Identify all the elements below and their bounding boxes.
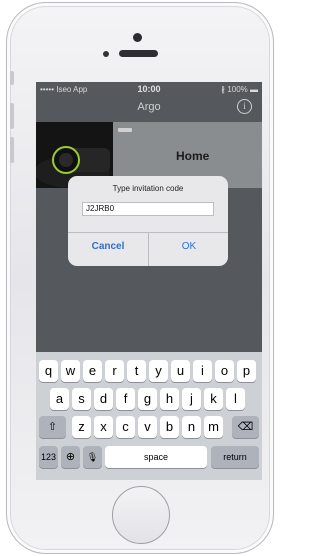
- lock-name: Home: [176, 149, 210, 163]
- key-q[interactable]: q: [39, 360, 58, 382]
- key-t[interactable]: t: [127, 360, 146, 382]
- key-a[interactable]: a: [50, 388, 69, 410]
- key-e[interactable]: e: [83, 360, 102, 382]
- return-key[interactable]: return: [211, 446, 259, 468]
- volume-down-button: [10, 137, 14, 163]
- space-key[interactable]: space: [105, 446, 207, 468]
- key-u[interactable]: u: [171, 360, 190, 382]
- invitation-code-input[interactable]: J2JRB0: [82, 202, 214, 216]
- delete-key[interactable]: ⌫: [232, 416, 259, 438]
- front-camera: [133, 33, 142, 42]
- key-y[interactable]: y: [149, 360, 168, 382]
- nav-bar: Argo i: [36, 96, 262, 122]
- key-j[interactable]: j: [182, 388, 201, 410]
- lock-tag: [118, 128, 132, 132]
- key-f[interactable]: f: [116, 388, 135, 410]
- key-l[interactable]: l: [226, 388, 245, 410]
- invitation-dialog: Type invitation code J2JRB0 Cancel OK: [68, 176, 228, 266]
- volume-up-button: [10, 103, 14, 129]
- key-m[interactable]: m: [204, 416, 223, 438]
- shift-key[interactable]: ⇧: [39, 416, 66, 438]
- key-p[interactable]: p: [237, 360, 256, 382]
- app-screen: ••••• Iseo App 10:00 ∦ 100% ▬ Argo i Hom…: [36, 82, 262, 480]
- status-bar: ••••• Iseo App 10:00 ∦ 100% ▬: [36, 82, 262, 96]
- keyboard: q w e r t y u i o p a s d f g h j k l ⇧ …: [36, 352, 262, 480]
- key-g[interactable]: g: [138, 388, 157, 410]
- key-n[interactable]: n: [182, 416, 201, 438]
- numbers-key[interactable]: 123: [39, 446, 58, 468]
- key-v[interactable]: v: [138, 416, 157, 438]
- microphone-icon[interactable]: 🎙: [83, 446, 102, 468]
- key-s[interactable]: s: [72, 388, 91, 410]
- home-button[interactable]: [112, 486, 170, 544]
- ok-button[interactable]: OK: [149, 232, 228, 266]
- key-o[interactable]: o: [215, 360, 234, 382]
- key-z[interactable]: z: [72, 416, 91, 438]
- key-b[interactable]: b: [160, 416, 179, 438]
- battery-icon: ∦ 100% ▬: [221, 85, 258, 94]
- key-w[interactable]: w: [61, 360, 80, 382]
- proximity-sensor: [103, 51, 109, 57]
- dialog-title: Type invitation code: [112, 184, 184, 193]
- key-d[interactable]: d: [94, 388, 113, 410]
- key-h[interactable]: h: [160, 388, 179, 410]
- info-icon[interactable]: i: [237, 99, 252, 114]
- cancel-button[interactable]: Cancel: [68, 232, 148, 266]
- nav-title: Argo: [137, 101, 161, 113]
- earpiece-speaker: [119, 50, 158, 57]
- key-r[interactable]: r: [105, 360, 124, 382]
- key-x[interactable]: x: [94, 416, 113, 438]
- key-c[interactable]: c: [116, 416, 135, 438]
- key-i[interactable]: i: [193, 360, 212, 382]
- key-k[interactable]: k: [204, 388, 223, 410]
- globe-icon[interactable]: ⊕: [61, 446, 80, 468]
- mute-switch: [10, 71, 14, 85]
